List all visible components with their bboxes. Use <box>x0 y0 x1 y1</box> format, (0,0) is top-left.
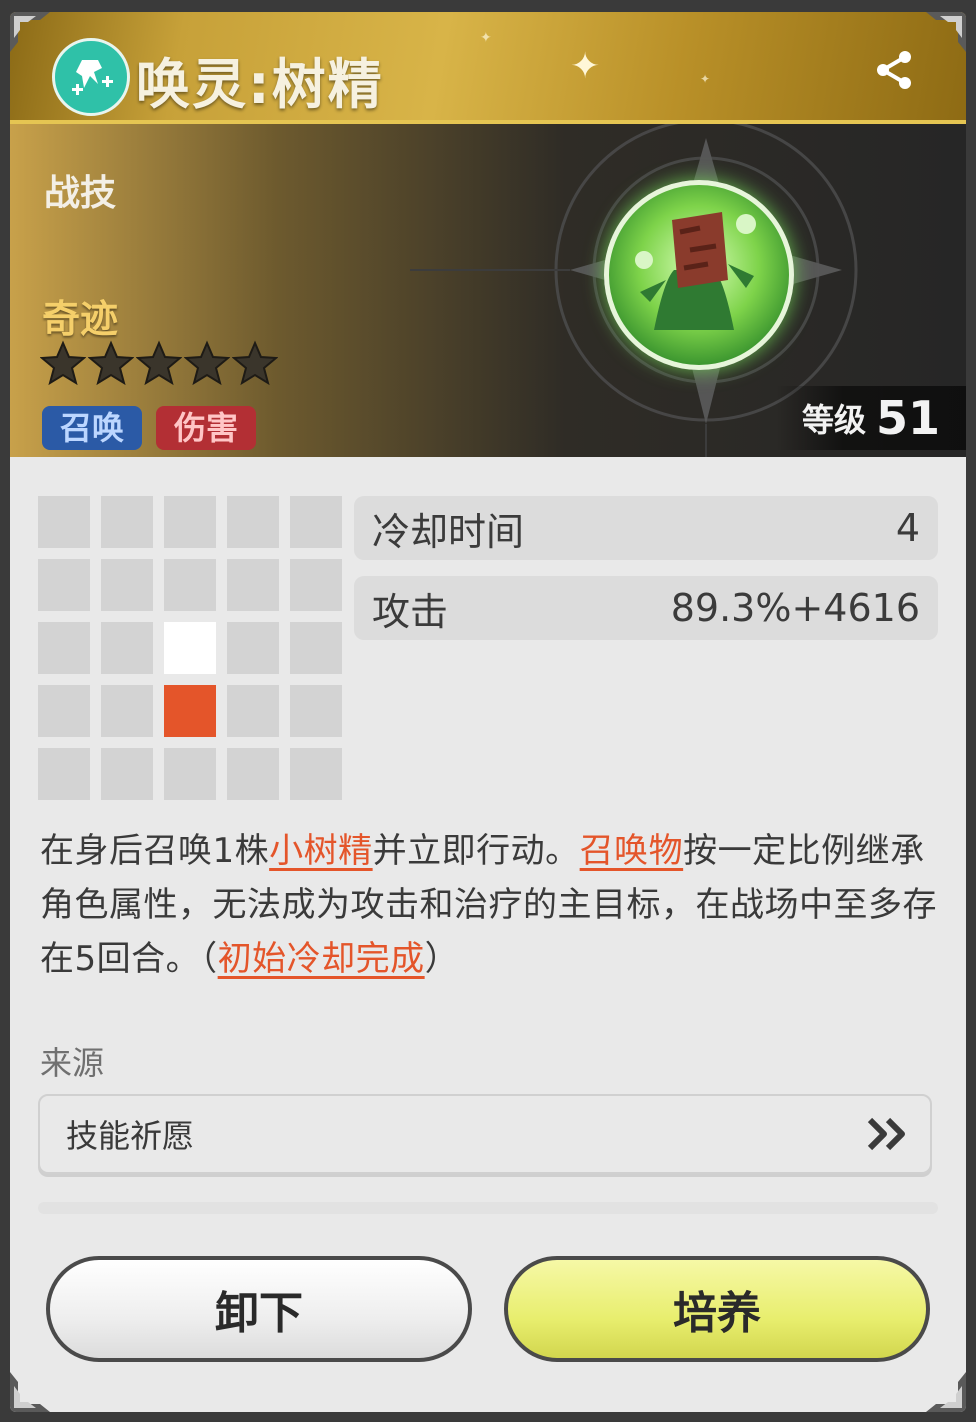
sparkle-icon: ✦ <box>570 46 601 87</box>
stat-value: 89.3%+4616 <box>670 586 920 630</box>
stat-label: 冷却时间 <box>372 509 525 554</box>
skill-rarity: 奇迹 <box>42 297 119 341</box>
stat-label: 攻击 <box>372 589 449 634</box>
frame-corner-icon <box>926 1372 966 1412</box>
range-cell-empty <box>227 496 279 548</box>
range-cell-empty <box>227 559 279 611</box>
range-cell-empty <box>38 685 90 737</box>
double-chevron-right-icon <box>867 1117 905 1151</box>
range-cell-empty <box>38 496 90 548</box>
stat-cooldown: 冷却时间 4 <box>354 496 938 560</box>
keyword-link-initial-cooldown[interactable]: 初始冷却完成 <box>218 939 425 979</box>
star-icon <box>232 340 278 386</box>
range-cell-empty <box>101 622 153 674</box>
range-cell-empty <box>164 496 216 548</box>
unequip-button[interactable]: 卸下 <box>46 1256 472 1362</box>
keyword-link-summon[interactable]: 召唤物 <box>580 831 684 871</box>
frame-corner-icon <box>10 12 50 52</box>
title-bar: ✦ ✦ ✦ 唤灵:树精 <box>10 12 966 124</box>
range-cell-empty <box>164 559 216 611</box>
range-cell-empty <box>38 622 90 674</box>
stat-attack: 攻击 89.3%+4616 <box>354 576 938 640</box>
divider <box>38 1202 938 1214</box>
range-cell-empty <box>101 496 153 548</box>
source-item-skill-wish[interactable]: 技能祈愿 <box>38 1094 932 1174</box>
frame-corner-icon <box>10 1372 50 1412</box>
skill-banner: 战技 奇迹 召唤 伤害 等级 51 <box>10 124 966 457</box>
share-icon[interactable] <box>870 46 918 94</box>
description-text: ） <box>424 939 460 979</box>
treant-skill-art <box>604 180 794 370</box>
skill-level: 等级 51 <box>776 386 966 450</box>
star-icon <box>88 340 134 386</box>
tag-damage: 伤害 <box>156 406 257 450</box>
skill-tags: 召唤 伤害 <box>42 406 257 450</box>
level-value: 51 <box>875 391 940 445</box>
star-icon <box>40 340 86 386</box>
range-cell-empty <box>38 559 90 611</box>
range-cell-empty <box>101 559 153 611</box>
range-cell-empty <box>101 685 153 737</box>
range-cell-empty <box>101 748 153 800</box>
sparkle-icon: ✦ <box>480 30 492 46</box>
range-cell-empty <box>227 622 279 674</box>
range-cell-self <box>164 685 216 737</box>
range-grid <box>38 496 342 800</box>
range-cell-empty <box>290 685 342 737</box>
sparkle-icon: ✦ <box>700 72 711 86</box>
tag-summon: 召唤 <box>42 406 143 450</box>
skill-category: 战技 <box>44 173 117 214</box>
keyword-link-treant[interactable]: 小树精 <box>269 831 373 871</box>
range-cell-empty <box>290 748 342 800</box>
description-text: 并立即行动。 <box>372 831 580 871</box>
range-cell-empty <box>227 748 279 800</box>
range-cell-empty <box>290 559 342 611</box>
range-cell-empty <box>164 748 216 800</box>
skill-detail-card: ✦ ✦ ✦ 唤灵:树精 战技 奇迹 召唤 伤害 等级 51 冷却时间 4 攻击 … <box>10 12 966 1412</box>
skill-description: 在身后召唤1株小树精并立即行动。召唤物按一定比例继承角色属性，无法成为攻击和治疗… <box>40 824 940 986</box>
train-button[interactable]: 培养 <box>504 1256 930 1362</box>
range-cell-empty <box>290 622 342 674</box>
frame-corner-icon <box>926 12 966 52</box>
star-icon <box>136 340 182 386</box>
summon-skill-icon <box>52 38 130 116</box>
star-rating <box>40 340 278 386</box>
range-cell-empty <box>227 685 279 737</box>
source-heading: 来源 <box>40 1044 105 1082</box>
range-cell-empty <box>38 748 90 800</box>
description-text: 在身后召唤1株 <box>40 831 270 871</box>
skill-title: 唤灵:树精 <box>136 53 384 116</box>
range-cell-empty <box>290 496 342 548</box>
star-icon <box>184 340 230 386</box>
stat-value: 4 <box>895 506 920 550</box>
range-cell-target <box>164 622 216 674</box>
level-label: 等级 <box>801 401 866 439</box>
source-item-label: 技能祈愿 <box>66 1117 195 1155</box>
